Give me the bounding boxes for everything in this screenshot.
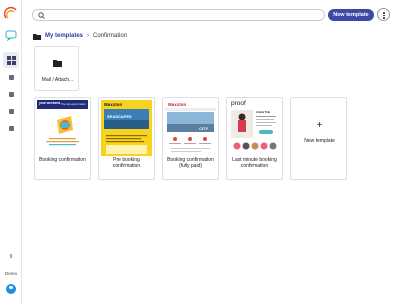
breadcrumb-root-link[interactable]: My templates <box>45 33 83 39</box>
chevron-right-icon: › <box>87 33 90 39</box>
template-thumbnail: proof Article Title <box>229 100 280 156</box>
thumb-text: SEASCAPES <box>107 114 132 119</box>
template-label: Booking confirmation (fully paid) <box>167 157 214 169</box>
thumb-text: CITY <box>199 126 209 131</box>
template-label: Last minute booking confirmation <box>232 157 277 169</box>
template-label: Pre booking confirmation <box>112 157 141 169</box>
new-template-card-label: New template <box>304 138 335 144</box>
app-logo[interactable] <box>4 6 18 20</box>
search-icon <box>38 12 45 19</box>
chat-icon[interactable] <box>5 30 17 41</box>
template-card[interactable]: your weekend The only way to travel Book… <box>34 97 91 180</box>
more-options-icon[interactable] <box>377 8 390 21</box>
template-label: Booking confirmation <box>39 157 86 163</box>
thumb-brand: your weekend <box>39 101 61 105</box>
search-input[interactable] <box>47 11 317 19</box>
template-card[interactable]: Maxxton SEASCAPES Pre booking confirmati… <box>98 97 155 180</box>
breadcrumb-current: Confirmation <box>93 33 128 39</box>
thumb-brand: Maxxton <box>168 101 187 107</box>
search-bar[interactable] <box>32 9 325 21</box>
breadcrumb: My templates › Confirmation <box>33 31 127 41</box>
sidebar: 9 Demo <box>0 0 22 304</box>
nav-item-icon[interactable] <box>9 75 14 80</box>
nav-templates-icon[interactable] <box>3 52 19 68</box>
thumb-brand: Maxxton <box>104 101 123 107</box>
template-thumbnail: Maxxton CITY <box>165 100 216 156</box>
workspace-label[interactable]: Demo <box>0 271 22 276</box>
template-card[interactable]: proof Article Title Last minute booking … <box>226 97 283 180</box>
count-badge[interactable]: 9 <box>0 254 22 260</box>
folder-icon <box>33 33 41 40</box>
nav-item-icon[interactable] <box>9 126 14 131</box>
thumb-text: The only way to travel <box>61 102 86 106</box>
template-card[interactable]: Maxxton CITY Booking confirmation (fully… <box>162 97 219 180</box>
folder-icon <box>53 60 62 67</box>
thumb-brand: proof <box>231 100 246 107</box>
new-template-card[interactable]: + New template <box>290 97 347 180</box>
thumb-text: Article Title <box>256 111 271 114</box>
avatar[interactable] <box>6 284 16 294</box>
plus-icon: + <box>316 120 323 131</box>
template-thumbnail: your weekend The only way to travel <box>37 100 88 156</box>
template-thumbnail: Maxxton SEASCAPES <box>101 100 152 156</box>
nav-item-icon[interactable] <box>9 92 14 97</box>
nav-item-icon[interactable] <box>9 109 14 114</box>
new-template-button[interactable]: New template <box>328 9 374 21</box>
folder-card[interactable]: Mail / Attach... <box>34 46 79 91</box>
folder-label: Mail / Attach... <box>41 77 74 83</box>
